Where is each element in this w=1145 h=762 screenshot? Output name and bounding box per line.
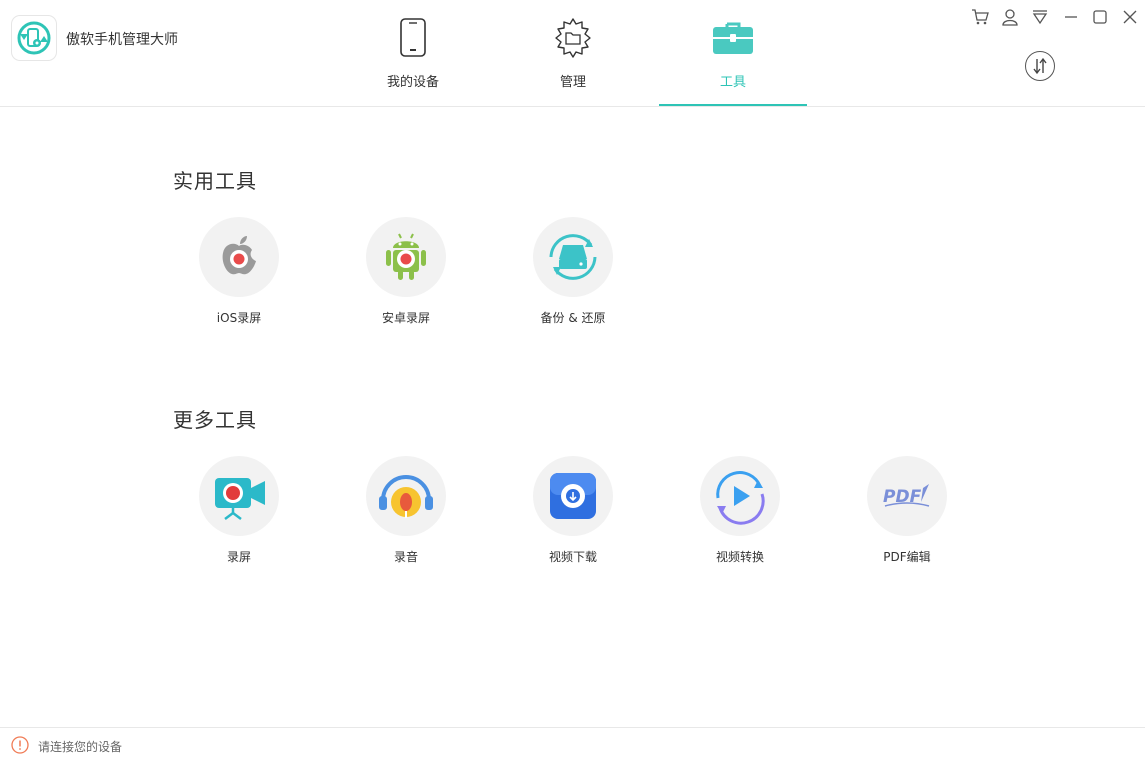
active-tab-indicator [659,104,807,106]
pdf-edit-icon: PDF [867,456,947,536]
tool-audio-record[interactable]: 录音 [346,456,466,576]
transfer-direction-button[interactable] [1025,51,1055,81]
tool-label-video-download: 视频下载 [548,550,597,564]
close-icon[interactable] [1121,8,1139,26]
backup-restore-icon [533,217,613,297]
minimize-icon[interactable] [1062,8,1080,26]
tool-label-audio-record: 录音 [393,550,418,564]
tool-video-download[interactable]: 视频下载 [513,456,633,576]
tool-label-screen-record: 录屏 [226,550,251,564]
tab-label-my-device: 我的设备 [386,75,439,90]
phone-icon [391,16,435,60]
cart-icon[interactable] [971,8,989,26]
warning-icon [11,736,29,754]
tool-screen-record[interactable]: 录屏 [179,456,299,576]
tab-label-tools: 工具 [719,75,746,90]
tab-tools[interactable]: 工具 [659,0,807,106]
tab-my-device[interactable]: 我的设备 [339,0,487,106]
video-convert-icon [700,456,780,536]
gear-folder-icon [551,16,595,60]
android-record-icon [366,217,446,297]
tool-label-pdf-edit: PDF编辑 [883,550,931,564]
section-title-practical: 实用工具 [173,169,257,193]
apple-record-icon [199,217,279,297]
status-bar: 请连接您的设备 [0,727,1145,762]
app-title: 傲软手机管理大师 [66,32,178,48]
tool-label-backup-restore: 备份 & 还原 [540,311,606,325]
camera-record-icon [199,456,279,536]
section-title-more: 更多工具 [173,408,257,432]
user-icon[interactable] [1001,8,1019,26]
microphone-icon [366,456,446,536]
toolbox-icon [711,16,755,60]
tool-label-ios-record: iOS录屏 [216,311,262,325]
tool-label-video-convert: 视频转换 [715,550,764,564]
video-download-icon [533,456,613,536]
menu-icon[interactable] [1031,8,1049,26]
tool-video-convert[interactable]: 视频转换 [680,456,800,576]
tab-manage[interactable]: 管理 [499,0,647,106]
tool-pdf-edit[interactable]: PDF PDF编辑 [847,456,967,576]
tool-backup-restore[interactable]: 备份 & 还原 [513,217,633,337]
maximize-icon[interactable] [1091,8,1109,26]
app-logo-icon [12,16,56,60]
tool-android-record[interactable]: 安卓录屏 [346,217,466,337]
swap-arrows-icon [1033,57,1047,75]
status-text: 请连接您的设备 [38,740,123,754]
top-header: 傲软手机管理大师 我的设备 管理 工具 [0,0,1145,107]
tool-label-android-record: 安卓录屏 [381,311,430,325]
tab-label-manage: 管理 [559,75,586,90]
tool-ios-record[interactable]: iOS录屏 [179,217,299,337]
